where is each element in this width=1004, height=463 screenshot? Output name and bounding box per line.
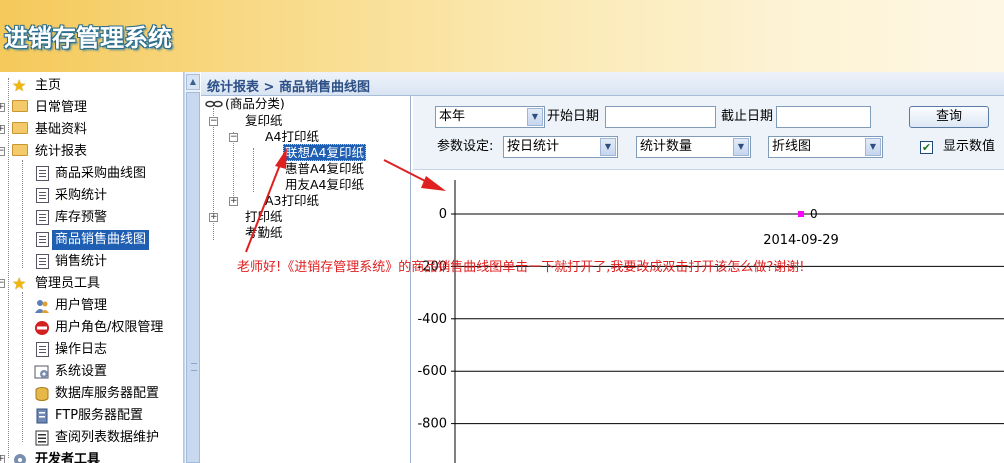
database-icon bbox=[34, 386, 50, 402]
document-icon bbox=[36, 232, 49, 247]
start-date-input[interactable] bbox=[605, 106, 716, 128]
chart-type-select[interactable]: 折线图 ▼ bbox=[768, 136, 883, 158]
sidebar-item-sales-stats[interactable]: 销售统计 bbox=[52, 252, 110, 272]
end-date-label: 截止日期 bbox=[721, 109, 774, 124]
sidebar-item-sales-curve[interactable]: 商品销售曲线图 bbox=[52, 230, 150, 250]
tree-node-a4-print-paper[interactable]: A4打印纸 bbox=[265, 129, 319, 144]
tree-node-a3-print-paper[interactable]: A3打印纸 bbox=[265, 193, 319, 208]
collapse-toggle[interactable]: − bbox=[209, 117, 218, 126]
header-banner: 进销存管理系统 bbox=[0, 0, 1004, 72]
sidebar-item-ftp-config[interactable]: FTP服务器配置 bbox=[52, 406, 146, 426]
param-label: 参数设定: bbox=[437, 139, 494, 154]
tree-node-hp-a4[interactable]: 惠普A4复印纸 bbox=[285, 161, 364, 176]
tree-node-attendance-paper[interactable]: 考勤纸 bbox=[245, 225, 283, 240]
sidebar-item-stock-alert[interactable]: 库存预警 bbox=[52, 208, 110, 228]
sidebar-item-basic-data[interactable]: 基础资料 bbox=[32, 120, 90, 140]
category-tree: (商品分类) − 复印纸 − A4打印纸 联想A4复印纸 惠普A4复印纸 用友A… bbox=[201, 96, 411, 463]
collapse-toggle[interactable]: − bbox=[229, 133, 238, 142]
sidebar-item-home[interactable]: 主页 bbox=[32, 76, 64, 96]
app-window: 进销存管理系统 ★ 主页 + 日常管理 + 基础资料 − 统计报表 商品采购曲线… bbox=[0, 0, 1004, 463]
sidebar-item-system-settings[interactable]: 系统设置 bbox=[52, 362, 110, 382]
document-icon bbox=[36, 254, 49, 269]
show-values-label: 显示数值 bbox=[943, 139, 996, 154]
measure-select[interactable]: 统计数量 ▼ bbox=[636, 136, 751, 158]
tree-guide-line bbox=[22, 160, 23, 268]
sidebar-item-reports[interactable]: 统计报表 bbox=[32, 142, 90, 162]
expand-toggle[interactable]: + bbox=[0, 455, 5, 463]
sidebar-scrollbar[interactable]: ▲ bbox=[184, 72, 200, 463]
admin-tools-icon: ★ bbox=[12, 274, 27, 293]
scroll-up-arrow-icon[interactable]: ▲ bbox=[186, 74, 200, 90]
show-values-checkbox[interactable]: ✔ bbox=[920, 141, 933, 154]
sales-line-chart: 0-200-400-600-800-100002014-09-29 bbox=[417, 180, 1004, 463]
sidebar-item-db-server-config[interactable]: 数据库服务器配置 bbox=[52, 384, 162, 404]
document-icon bbox=[36, 342, 49, 357]
y-tick-label: -400 bbox=[417, 312, 447, 327]
chain-icon bbox=[205, 98, 223, 110]
sidebar-item-developer-tools[interactable]: 开发者工具 bbox=[32, 450, 103, 463]
tree-guide-line bbox=[253, 148, 254, 192]
scrollbar-grip bbox=[191, 363, 197, 371]
tree-node-yonyou-a4[interactable]: 用友A4复印纸 bbox=[285, 177, 364, 192]
y-tick-label: 0 bbox=[439, 207, 447, 222]
scrollbar-thumb[interactable] bbox=[186, 92, 200, 463]
tree-guide-line bbox=[8, 78, 9, 458]
sidebar-item-operation-log[interactable]: 操作日志 bbox=[52, 340, 110, 360]
folder-icon bbox=[12, 100, 28, 112]
tree-node-copy-paper[interactable]: 复印纸 bbox=[245, 113, 283, 128]
developer-tools-icon bbox=[12, 452, 28, 463]
document-icon bbox=[36, 166, 49, 181]
period-select[interactable]: 本年 ▼ bbox=[435, 106, 545, 128]
expand-toggle[interactable]: + bbox=[0, 125, 5, 134]
sidebar-item-purchase-stats[interactable]: 采购统计 bbox=[52, 186, 110, 206]
y-tick-label: -800 bbox=[417, 417, 447, 432]
query-toolbar: 本年 ▼ 开始日期 截止日期 查询 参数设定: 按日统计 ▼ 统计数量 ▼ 折线… bbox=[413, 96, 1004, 170]
group-by-select[interactable]: 按日统计 ▼ bbox=[503, 136, 618, 158]
query-button[interactable]: 查询 bbox=[909, 106, 989, 128]
chevron-down-icon[interactable]: ▼ bbox=[600, 138, 616, 156]
sidebar-item-daily[interactable]: 日常管理 bbox=[32, 98, 90, 118]
sidebar-item-purchase-curve[interactable]: 商品采购曲线图 bbox=[52, 164, 149, 184]
chevron-down-icon[interactable]: ▼ bbox=[527, 108, 543, 126]
sidebar-item-list-maintenance[interactable]: 查阅列表数据维护 bbox=[52, 428, 162, 448]
x-tick-label: 2014-09-29 bbox=[763, 233, 839, 248]
tree-node-print-paper[interactable]: 打印纸 bbox=[245, 209, 283, 224]
sidebar-item-admin-tools[interactable]: 管理员工具 bbox=[32, 274, 103, 294]
document-icon bbox=[36, 188, 49, 203]
tree-root[interactable]: (商品分类) bbox=[225, 96, 285, 111]
y-tick-label: -600 bbox=[417, 364, 447, 379]
sidebar-menu: ★ 主页 + 日常管理 + 基础资料 − 统计报表 商品采购曲线图 采购统计 库… bbox=[0, 72, 184, 463]
chevron-down-icon[interactable]: ▼ bbox=[865, 138, 881, 156]
chevron-down-icon[interactable]: ▼ bbox=[733, 138, 749, 156]
users-icon bbox=[34, 298, 50, 314]
tree-guide-line bbox=[22, 292, 23, 442]
end-date-input[interactable] bbox=[776, 106, 871, 128]
start-date-label: 开始日期 bbox=[547, 109, 600, 124]
settings-icon bbox=[34, 364, 50, 380]
expand-toggle[interactable]: + bbox=[229, 197, 238, 206]
server-icon bbox=[34, 408, 50, 424]
folder-open-icon bbox=[12, 144, 28, 156]
folder-icon bbox=[12, 122, 28, 134]
collapse-toggle[interactable]: − bbox=[0, 279, 5, 288]
tree-node-lenovo-a4[interactable]: 联想A4复印纸 bbox=[283, 144, 367, 161]
list-icon bbox=[34, 430, 50, 446]
app-title: 进销存管理系统 bbox=[4, 24, 172, 52]
collapse-toggle[interactable]: − bbox=[0, 147, 5, 156]
no-entry-icon bbox=[34, 320, 50, 336]
sidebar-item-roles-permissions[interactable]: 用户角色/权限管理 bbox=[52, 318, 166, 338]
chart-area: 本年 ▼ 开始日期 截止日期 查询 参数设定: 按日统计 ▼ 统计数量 ▼ 折线… bbox=[413, 96, 1004, 463]
home-icon: ★ bbox=[12, 76, 27, 95]
expand-toggle[interactable]: + bbox=[0, 103, 5, 112]
data-label: 0 bbox=[810, 207, 818, 221]
breadcrumb: 统计报表 > 商品销售曲线图 bbox=[207, 80, 370, 95]
annotation-text: 老师好!《进销存管理系统》的商品销售曲线图单击一下就打开了,我要改成双击打开该怎… bbox=[237, 260, 805, 275]
document-icon bbox=[36, 210, 49, 225]
sidebar-item-user-management[interactable]: 用户管理 bbox=[52, 296, 110, 316]
expand-toggle[interactable]: + bbox=[209, 213, 218, 222]
breadcrumb-bar: 统计报表 > 商品销售曲线图 bbox=[201, 72, 1004, 96]
data-point bbox=[798, 211, 804, 217]
